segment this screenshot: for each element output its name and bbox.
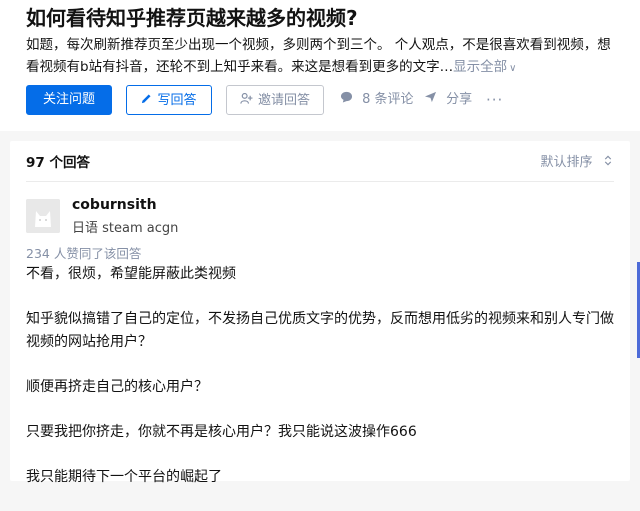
answer-paragraph: 我只能期待下一个平台的崛起了 [26,469,222,485]
answer-paragraph: 不看，很烦，希望能屏蔽此类视频 [26,266,236,282]
comments-button[interactable]: 8 条评论 [340,85,414,115]
question-detail: 如题，每次刷新推荐页至少出现一个视频，多则两个到三个。 个人观点，不是很喜欢看到… [26,34,624,80]
comments-label: 8 条评论 [362,92,414,107]
invite-answer-label: 邀请回答 [257,93,310,108]
more-actions-button[interactable]: ··· [486,85,503,115]
author-name[interactable]: coburnsith [72,197,157,213]
answer-paragraph: 顺便再挤走自己的核心用户？ [26,379,208,395]
question-title: 如何看待知乎推荐页越来越多的视频? [26,6,358,30]
question-actions: 关注问题 写回答 邀请回答 8 条评论 分享 ··· [26,85,626,115]
question-header: 如何看待知乎推荐页越来越多的视频? 如题，每次刷新推荐页至少出现一个视频，多则两… [0,0,640,131]
answer-paragraph: 只要我把你挤走，你就不再是核心用户？我只能说这波操作666 [26,424,417,440]
follow-question-label: 关注问题 [42,92,95,107]
share-button[interactable]: 分享 [424,85,472,115]
comment-icon [340,91,357,107]
answer-list-card: 97 个回答 默认排序 coburnsith 日语 steam acgn 234… [10,141,630,485]
add-user-icon [240,86,253,114]
chevron-down-icon: ∨ [509,63,517,74]
follow-question-button[interactable]: 关注问题 [26,85,112,115]
vote-count: 234 人赞同了该回答 [26,246,142,261]
avatar[interactable] [26,199,60,233]
invite-answer-button[interactable]: 邀请回答 [226,85,324,115]
answer-count: 97 个回答 [26,155,90,171]
send-icon [424,91,441,107]
show-all-label: 显示全部 [453,59,508,75]
answer-content: 不看，很烦，希望能屏蔽此类视频 知乎貌似搞错了自己的定位，不发扬自己优质文字的优… [26,263,614,511]
sort-label: 默认排序 [540,155,593,170]
show-all-link[interactable]: 显示全部 ∨ [453,59,516,75]
pencil-icon [141,86,152,114]
sort-dropdown[interactable]: 默认排序 [540,151,612,170]
author-bio: 日语 steam acgn [72,221,179,236]
share-label: 分享 [446,92,473,107]
question-detail-text: 如题，每次刷新推荐页至少出现一个视频，多则两个到三个。 个人观点，不是很喜欢看到… [26,37,611,75]
answer-list-header: 97 个回答 默认排序 [26,141,614,182]
answer-paragraph: 知乎貌似搞错了自己的定位，不发扬自己优质文字的优势，反而想用低劣的视频来和别人专… [26,311,614,350]
write-answer-label: 写回答 [157,93,197,108]
sort-toggle-icon [601,155,613,169]
write-answer-button[interactable]: 写回答 [126,85,212,115]
